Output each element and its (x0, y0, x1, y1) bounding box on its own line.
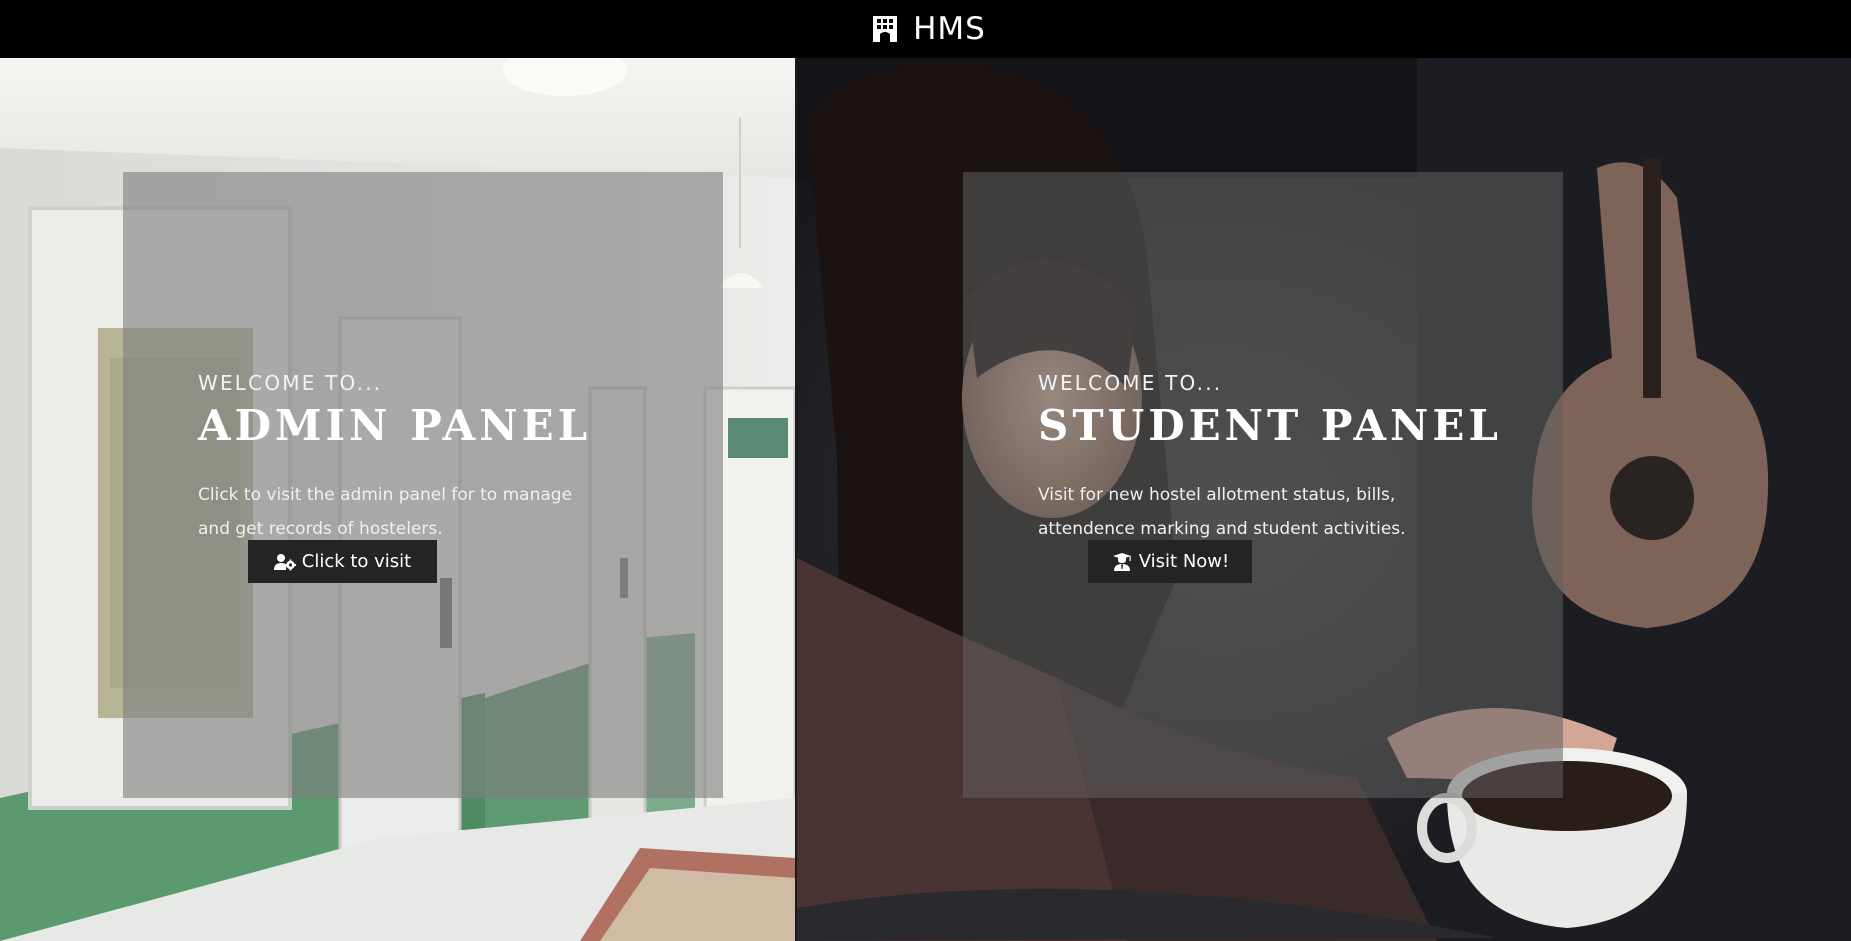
student-visit-button-label: Visit Now! (1138, 551, 1230, 572)
admin-welcome-text: WELCOME TO... (198, 371, 383, 395)
admin-panel-title: ADMIN PANEL (198, 401, 592, 450)
users-cog-icon (273, 553, 296, 570)
brand-link[interactable]: HMS (871, 11, 986, 47)
admin-panel-card: WELCOME TO... ADMIN PANEL Click to visit… (123, 172, 723, 798)
user-graduate-icon (1112, 552, 1131, 571)
student-welcome-text: WELCOME TO... (1038, 371, 1223, 395)
student-panel-description: Visit for new hostel allotment status, b… (1038, 485, 1406, 539)
admin-panel-description: Click to visit the admin panel for to ma… (198, 485, 573, 539)
student-panel-content: WELCOME TO... STUDENT PANEL Visit for ne… (1038, 371, 1508, 546)
student-panel-title: STUDENT PANEL (1038, 401, 1502, 450)
admin-panel-content: WELCOME TO... ADMIN PANEL Click to visit… (198, 371, 668, 546)
student-panel-card: WELCOME TO... STUDENT PANEL Visit for ne… (963, 172, 1563, 798)
admin-visit-button[interactable]: Click to visit (248, 540, 437, 583)
brand-title: HMS (913, 11, 986, 47)
hotel-building-icon (873, 16, 898, 42)
admin-visit-button-label: Click to visit (301, 551, 412, 572)
top-navbar: HMS (0, 0, 1851, 58)
student-visit-button[interactable]: Visit Now! (1088, 540, 1252, 583)
